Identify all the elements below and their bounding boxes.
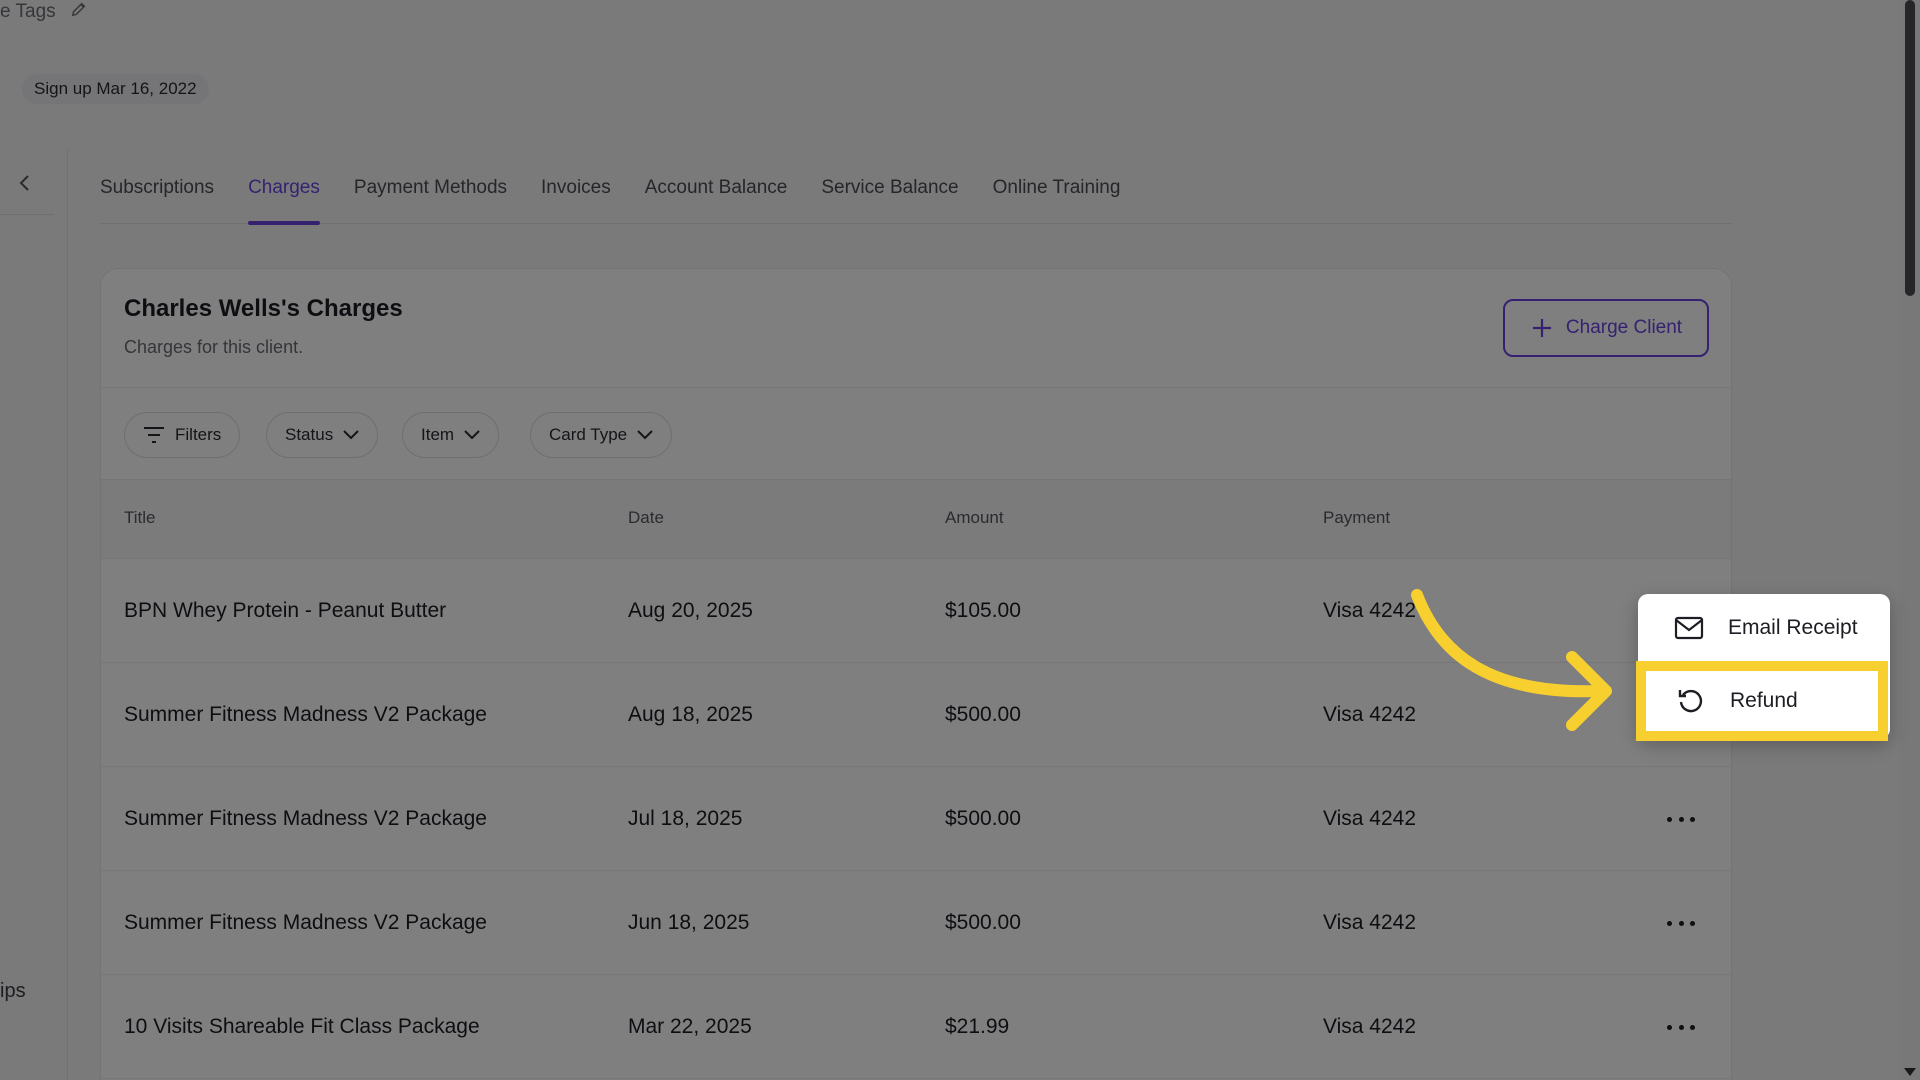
callout-arrow-icon	[1411, 589, 1612, 731]
email-receipt-menu-item[interactable]: Email Receipt	[1638, 594, 1890, 662]
refund-menu-item[interactable]: Refund	[1636, 661, 1888, 741]
email-receipt-label: Email Receipt	[1728, 616, 1858, 639]
refund-label: Refund	[1730, 689, 1798, 712]
dim-overlay	[0, 0, 1920, 1080]
refund-undo-icon	[1678, 689, 1703, 713]
envelope-icon	[1674, 616, 1704, 640]
